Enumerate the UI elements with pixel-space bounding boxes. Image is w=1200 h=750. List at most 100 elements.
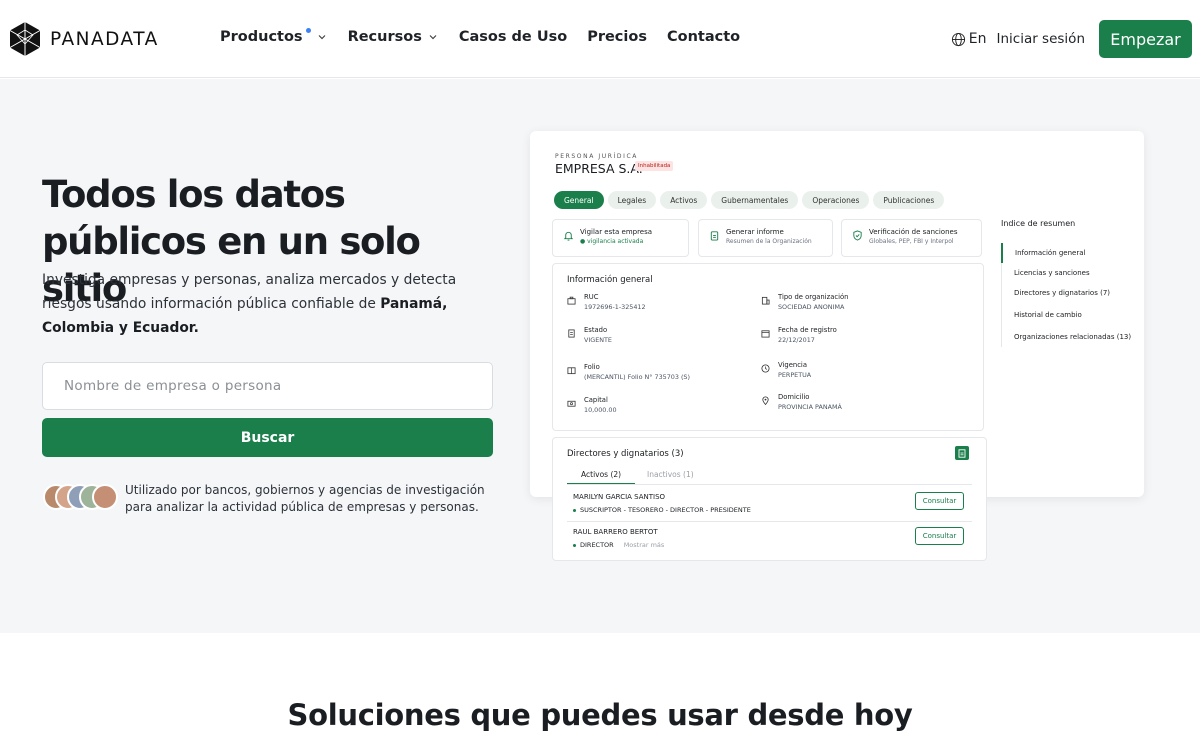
director-role: SUSCRIPTOR - TESORERO - DIRECTOR - PRESI… — [573, 506, 751, 514]
new-indicator-dot — [305, 27, 311, 33]
main-menu: Productos Recursos Casos de Uso Precios … — [220, 27, 740, 45]
search-button[interactable]: Buscar — [42, 418, 493, 457]
shield-icon — [853, 230, 862, 241]
document-icon — [568, 329, 575, 338]
index-item[interactable]: Información general — [1001, 243, 1131, 263]
hero-section: Todos los datos públicos en un solo siti… — [0, 79, 1200, 633]
generate-report-action[interactable]: Generar informe Resumen de la Organizaci… — [698, 219, 833, 257]
field-ruc: RUC 1972696-1-325412 — [567, 293, 646, 311]
nav-contacto[interactable]: Contacto — [667, 29, 740, 45]
field-capital: Capital 10,000.00 — [567, 396, 617, 414]
tab-active-directors[interactable]: Activos (2) — [567, 470, 636, 484]
action-subtitle: Globales, PEP, FBI y Interpol — [869, 238, 954, 245]
chevron-down-icon — [318, 35, 325, 40]
tab-operaciones[interactable]: Operaciones — [802, 191, 870, 209]
director-role: DIRECTOR Mostrar más — [573, 541, 664, 549]
active-dot — [573, 508, 576, 512]
field-value: 22/12/2017 — [778, 336, 815, 344]
general-info-panel: Información general RUC 1972696-1-325412 … — [552, 263, 984, 431]
index-item[interactable]: Organizaciones relacionadas (13) — [1002, 327, 1131, 347]
nav-precios[interactable]: Precios — [587, 29, 647, 45]
entity-kind: PERSONA JURÍDICA — [555, 153, 638, 160]
tab-activos[interactable]: Activos — [660, 191, 708, 209]
profile-tabs: General Legales Activos Gubernamentales … — [554, 191, 945, 209]
nav-recursos-label: Recursos — [347, 29, 422, 45]
clock-icon — [761, 364, 770, 373]
language-label: En — [968, 31, 987, 47]
director-name: RAUL BARRERO BERTOT — [573, 528, 658, 536]
chevron-down-icon — [429, 35, 437, 40]
field-label: Folio — [584, 363, 600, 371]
field-label: Fecha de registro — [778, 326, 837, 334]
consult-button[interactable]: Consultar — [915, 527, 964, 545]
top-navbar: PANADATA Productos Recursos Casos de Uso… — [0, 0, 1200, 78]
action-title: Vigilar esta empresa — [580, 228, 653, 236]
field-value: VIGENTE — [584, 336, 612, 344]
panel-title: Información general — [567, 275, 653, 285]
brand-name: PANADATA — [50, 28, 159, 50]
field-label: RUC — [584, 293, 599, 301]
field-registration-date: Fecha de registro 22/12/2017 — [761, 326, 837, 344]
hexagon-logo-icon — [9, 22, 41, 56]
role-text: DIRECTOR — [580, 541, 614, 549]
tab-legales[interactable]: Legales — [607, 191, 657, 209]
summary-index-title: Indice de resumen — [1001, 219, 1076, 228]
calendar-icon — [761, 330, 770, 338]
bell-icon — [563, 231, 574, 241]
watch-status: vigilancia activada — [587, 238, 644, 245]
table-row: RAUL BARRERO BERTOT DIRECTOR Mostrar más … — [567, 522, 972, 557]
action-subtitle: Resumen de la Organización — [726, 238, 812, 245]
action-title: Generar informe — [726, 228, 784, 236]
solutions-title: Soluciones que puedes usar desde hoy — [287, 698, 913, 732]
language-selector[interactable]: En — [951, 31, 987, 47]
brand-logo[interactable]: PANADATA — [8, 20, 159, 58]
nav-casos-de-uso[interactable]: Casos de Uso — [459, 29, 567, 45]
nav-productos-label: Productos — [220, 29, 303, 45]
tab-publicaciones[interactable]: Publicaciones — [873, 191, 945, 209]
sanctions-check-action[interactable]: Verificación de sanciones Globales, PEP,… — [841, 219, 982, 257]
location-pin-icon — [762, 396, 769, 405]
consult-button[interactable]: Consultar — [915, 492, 964, 510]
report-icon — [710, 231, 719, 241]
hero-subtitle: Investiga empresas y personas, analiza m… — [42, 268, 504, 340]
company-search-input[interactable] — [42, 362, 493, 410]
show-more-link[interactable]: Mostrar más — [624, 541, 665, 549]
globe-icon — [951, 32, 965, 46]
action-subtitle: ● vigilancia activada — [580, 238, 644, 245]
nav-recursos[interactable]: Recursos — [348, 29, 438, 45]
tab-general[interactable]: General — [554, 191, 604, 209]
nav-productos[interactable]: Productos — [220, 27, 327, 45]
status-badge: Inhabilitada — [635, 161, 674, 171]
panel-title: Directores y dignatarios (3) — [567, 449, 684, 459]
field-value: (MERCANTIL) Folio N° 735703 (S) — [584, 373, 690, 381]
index-item[interactable]: Licencias y sanciones — [1002, 263, 1131, 283]
field-vigencia: Vigencia PERPETUA — [761, 361, 811, 379]
role-text: SUSCRIPTOR - TESORERO - DIRECTOR - PRESI… — [580, 506, 751, 514]
briefcase-icon — [567, 296, 576, 305]
nav-actions: En Iniciar sesión Empezar — [951, 20, 1192, 58]
field-value: SOCIEDAD ANONIMA — [778, 303, 845, 311]
index-item[interactable]: Directores y dignatarios (7) — [1002, 283, 1131, 303]
avatar — [92, 484, 118, 510]
field-label: Capital — [584, 396, 608, 404]
tab-inactive-directors[interactable]: Inactivos (1) — [647, 470, 694, 479]
company-name: EMPRESA S.A. — [555, 161, 643, 176]
field-value: PERPETUA — [778, 371, 812, 379]
directors-tabs: Activos (2) Inactivos (1) — [567, 467, 972, 485]
action-title: Verificación de sanciones — [869, 228, 958, 236]
active-dot — [573, 543, 576, 547]
book-icon — [567, 367, 576, 375]
index-item[interactable]: Historial de cambio — [1002, 303, 1131, 327]
watch-company-action[interactable]: Vigilar esta empresa ● vigilancia activa… — [552, 219, 689, 257]
field-label: Vigencia — [778, 361, 807, 369]
field-org-type: Tipo de organización SOCIEDAD ANONIMA — [761, 293, 848, 311]
login-link[interactable]: Iniciar sesión — [996, 31, 1085, 47]
field-value: 10,000.00 — [584, 406, 617, 414]
export-icon[interactable] — [955, 446, 969, 460]
field-folio: Folio (MERCANTIL) Folio N° 735703 (S) — [567, 363, 690, 381]
tab-gubernamentales[interactable]: Gubernamentales — [711, 191, 799, 209]
start-button[interactable]: Empezar — [1099, 20, 1192, 58]
field-value: 1972696-1-325412 — [584, 303, 646, 311]
field-domicilio: Domicilio PROVINCIA PANAMÁ — [761, 393, 842, 411]
field-value: PROVINCIA PANAMÁ — [778, 403, 842, 411]
